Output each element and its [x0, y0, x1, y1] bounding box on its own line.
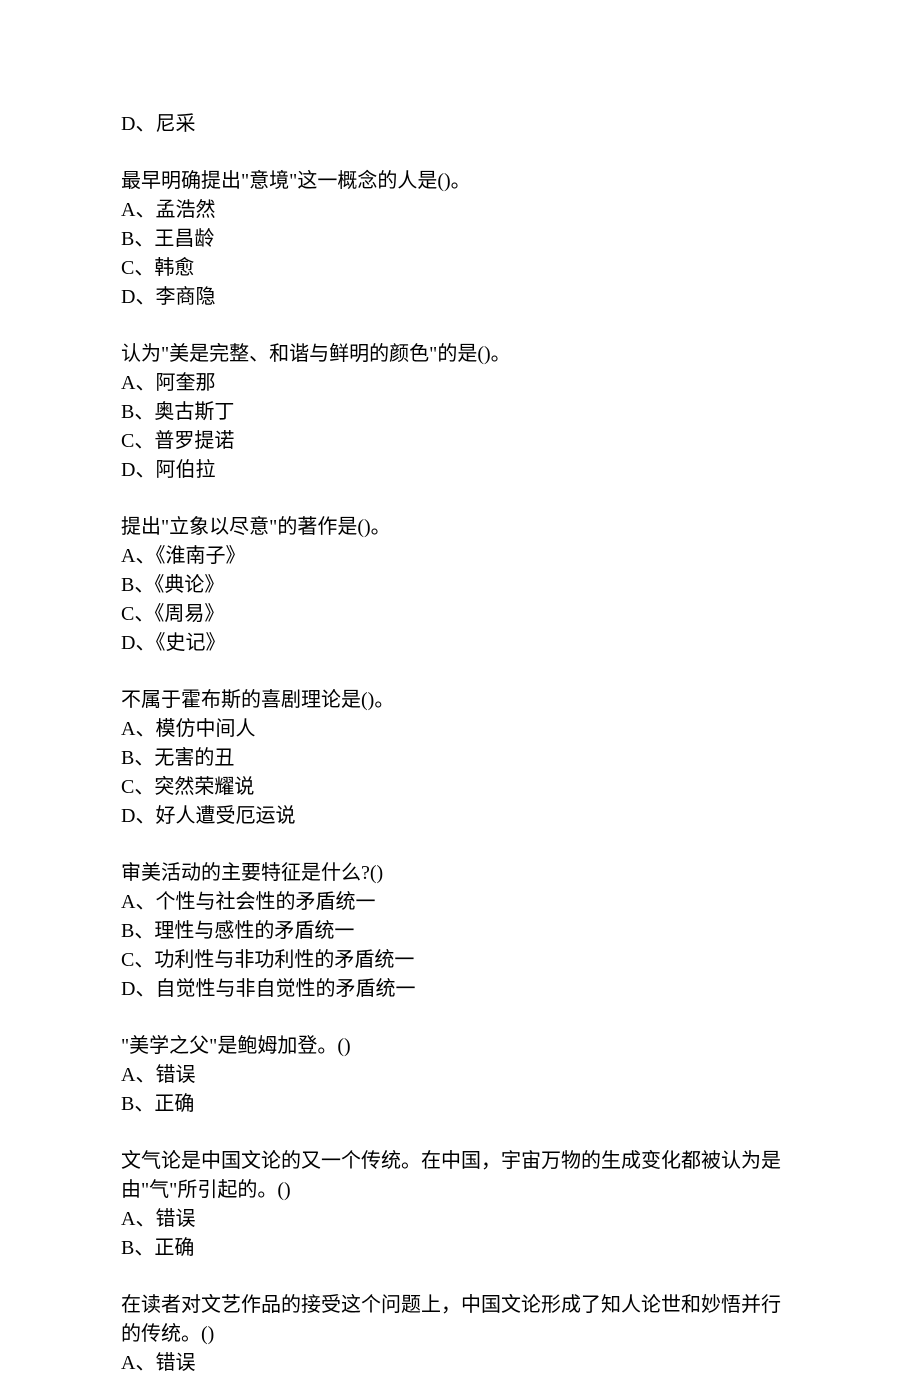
question-1: 最早明确提出"意境"这一概念的人是()。 A、孟浩然 B、王昌龄 C、韩愈 D、… — [121, 167, 799, 312]
question-option: D、自觉性与非自觉性的矛盾统一 — [121, 975, 799, 1004]
question-option: D、《史记》 — [121, 629, 799, 658]
question-option: C、韩愈 — [121, 254, 799, 283]
question-stem: 提出"立象以尽意"的著作是()。 — [121, 513, 799, 542]
question-stem: 审美活动的主要特征是什么?() — [121, 859, 799, 888]
question-stem: "美学之父"是鲍姆加登。() — [121, 1032, 799, 1061]
question-option: B、《典论》 — [121, 571, 799, 600]
question-8: 在读者对文艺作品的接受这个问题上，中国文论形成了知人论世和妙悟并行的传统。() … — [121, 1291, 799, 1378]
question-option: C、《周易》 — [121, 600, 799, 629]
question-stem: 最早明确提出"意境"这一概念的人是()。 — [121, 167, 799, 196]
question-option: C、突然荣耀说 — [121, 773, 799, 802]
question-option: B、奥古斯丁 — [121, 398, 799, 427]
question-6: "美学之父"是鲍姆加登。() A、错误 B、正确 — [121, 1032, 799, 1119]
question-7: 文气论是中国文论的又一个传统。在中国，宇宙万物的生成变化都被认为是由"气"所引起… — [121, 1147, 799, 1263]
question-4: 不属于霍布斯的喜剧理论是()。 A、模仿中间人 B、无害的丑 C、突然荣耀说 D… — [121, 686, 799, 831]
question-option: A、错误 — [121, 1349, 799, 1378]
question-option: A、个性与社会性的矛盾统一 — [121, 888, 799, 917]
question-option: B、理性与感性的矛盾统一 — [121, 917, 799, 946]
question-option: A、错误 — [121, 1061, 799, 1090]
question-stem: 不属于霍布斯的喜剧理论是()。 — [121, 686, 799, 715]
question-option: A、模仿中间人 — [121, 715, 799, 744]
question-stem: 文气论是中国文论的又一个传统。在中国，宇宙万物的生成变化都被认为是由"气"所引起… — [121, 1147, 799, 1205]
question-stem: 在读者对文艺作品的接受这个问题上，中国文论形成了知人论世和妙悟并行的传统。() — [121, 1291, 799, 1349]
question-option: C、普罗提诺 — [121, 427, 799, 456]
question-option: D、李商隐 — [121, 283, 799, 312]
orphan-option: D、尼采 — [121, 110, 799, 139]
question-2: 认为"美是完整、和谐与鲜明的颜色"的是()。 A、阿奎那 B、奥古斯丁 C、普罗… — [121, 340, 799, 485]
question-option: D、阿伯拉 — [121, 456, 799, 485]
question-option: B、正确 — [121, 1090, 799, 1119]
question-option: B、无害的丑 — [121, 744, 799, 773]
question-option: A、阿奎那 — [121, 369, 799, 398]
question-stem: 认为"美是完整、和谐与鲜明的颜色"的是()。 — [121, 340, 799, 369]
question-option: A、错误 — [121, 1205, 799, 1234]
question-option: D、好人遭受厄运说 — [121, 802, 799, 831]
question-3: 提出"立象以尽意"的著作是()。 A、《淮南子》 B、《典论》 C、《周易》 D… — [121, 513, 799, 658]
question-option: B、正确 — [121, 1234, 799, 1263]
question-option: B、王昌龄 — [121, 225, 799, 254]
question-option: C、功利性与非功利性的矛盾统一 — [121, 946, 799, 975]
question-option: A、孟浩然 — [121, 196, 799, 225]
question-option: A、《淮南子》 — [121, 542, 799, 571]
question-5: 审美活动的主要特征是什么?() A、个性与社会性的矛盾统一 B、理性与感性的矛盾… — [121, 859, 799, 1004]
